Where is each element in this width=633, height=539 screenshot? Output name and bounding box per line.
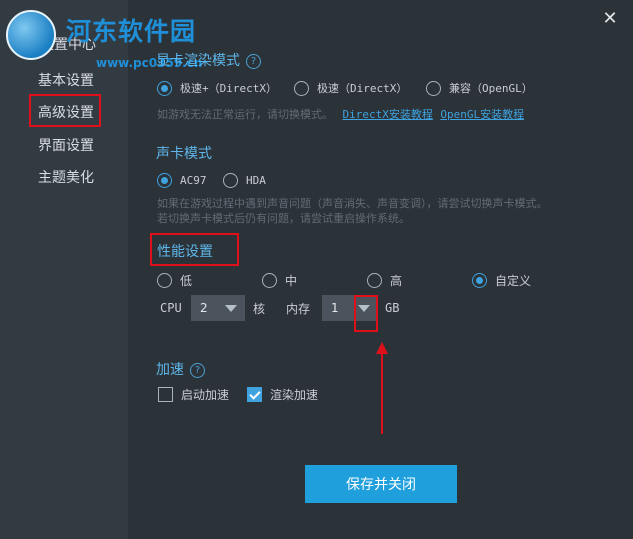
- performance-title: 性能设置: [157, 244, 213, 260]
- cpu-unit: 核: [253, 302, 266, 316]
- radio-perf-custom[interactable]: 自定义: [472, 272, 531, 289]
- checkbox-label: 渲染加速: [270, 388, 319, 402]
- sidebar-item-interface[interactable]: 界面设置: [38, 135, 94, 155]
- radio-dot: [157, 80, 172, 96]
- render-hint: 如游戏无法正常运行，请切换模式。 DirectX安装教程 OpenGL安装教程: [157, 107, 524, 123]
- radio-label: AC97: [180, 174, 207, 187]
- logo-icon: [6, 10, 56, 60]
- chevron-down-icon: [225, 304, 237, 312]
- annotation-arrow-icon: [376, 342, 388, 434]
- radio-render-directx-plus[interactable]: 极速+（DirectX）: [157, 80, 277, 96]
- memory-unit: GB: [385, 301, 400, 315]
- directx-tutorial-link[interactable]: DirectX安装教程: [343, 108, 433, 121]
- radio-label: 兼容（OpenGL）: [449, 82, 533, 95]
- checkbox-box: [158, 387, 173, 402]
- memory-label: 内存: [286, 302, 311, 316]
- accel-title: 加速?: [156, 359, 205, 379]
- sidebar-item-theme[interactable]: 主题美化: [38, 167, 94, 187]
- cpu-select[interactable]: 2: [191, 295, 245, 321]
- radio-render-opengl[interactable]: 兼容（OpenGL）: [426, 80, 533, 96]
- checkbox-label: 启动加速: [181, 388, 230, 402]
- radio-label: 极速（DirectX）: [317, 82, 408, 95]
- opengl-tutorial-link[interactable]: OpenGL安装教程: [440, 108, 524, 121]
- close-icon[interactable]: ✕: [601, 10, 619, 28]
- cpu-label: CPU: [160, 301, 182, 315]
- radio-label: 高: [390, 274, 403, 288]
- checkbox-box: [247, 387, 262, 402]
- save-and-close-button[interactable]: 保存并关闭: [305, 465, 457, 503]
- radio-dot: [294, 80, 309, 96]
- radio-perf-low[interactable]: 低: [157, 272, 192, 289]
- memory-value: 1: [331, 301, 339, 315]
- checkbox-boot-accel[interactable]: 启动加速: [158, 386, 229, 403]
- radio-dot: [472, 273, 487, 288]
- cpu-value: 2: [200, 301, 208, 315]
- help-icon[interactable]: ?: [246, 54, 261, 69]
- radio-dot: [223, 173, 238, 188]
- accel-title-text: 加速: [156, 362, 184, 378]
- radio-render-directx[interactable]: 极速（DirectX）: [294, 80, 407, 96]
- render-mode-title: 显卡渲染模式?: [156, 50, 261, 70]
- radio-label: 自定义: [495, 274, 532, 288]
- sound-mode-title: 声卡模式: [156, 146, 212, 162]
- annotation-box-advanced: [29, 94, 101, 127]
- radio-dot: [426, 80, 441, 96]
- radio-dot: [157, 173, 172, 188]
- watermark-title: 河东软件园: [66, 17, 197, 46]
- render-hint-text: 如游戏无法正常运行，请切换模式。: [157, 108, 333, 121]
- radio-sound-ac97[interactable]: AC97: [157, 173, 207, 188]
- radio-label: 低: [180, 274, 193, 288]
- radio-perf-high[interactable]: 高: [367, 272, 402, 289]
- radio-perf-medium[interactable]: 中: [262, 272, 297, 289]
- sidebar-item-basic[interactable]: 基本设置: [38, 70, 94, 90]
- sound-hint-line2: 若切换声卡模式后仍有问题，请尝试重启操作系统。: [157, 212, 410, 225]
- annotation-box-memory-dropdown: [354, 295, 378, 332]
- render-mode-title-text: 显卡渲染模式: [156, 53, 240, 69]
- help-icon[interactable]: ?: [190, 363, 205, 378]
- sound-hint-line1: 如果在游戏过程中遇到声音问题（声音消失、声音变调），请尝试切换声卡模式。: [157, 197, 548, 210]
- radio-dot: [367, 273, 382, 288]
- radio-sound-hda[interactable]: HDA: [223, 173, 266, 188]
- radio-label: 中: [285, 274, 298, 288]
- radio-label: HDA: [246, 174, 266, 187]
- checkbox-render-accel[interactable]: 渲染加速: [247, 386, 318, 403]
- radio-dot: [262, 273, 277, 288]
- radio-label: 极速+（DirectX）: [180, 82, 277, 95]
- radio-dot: [157, 273, 172, 288]
